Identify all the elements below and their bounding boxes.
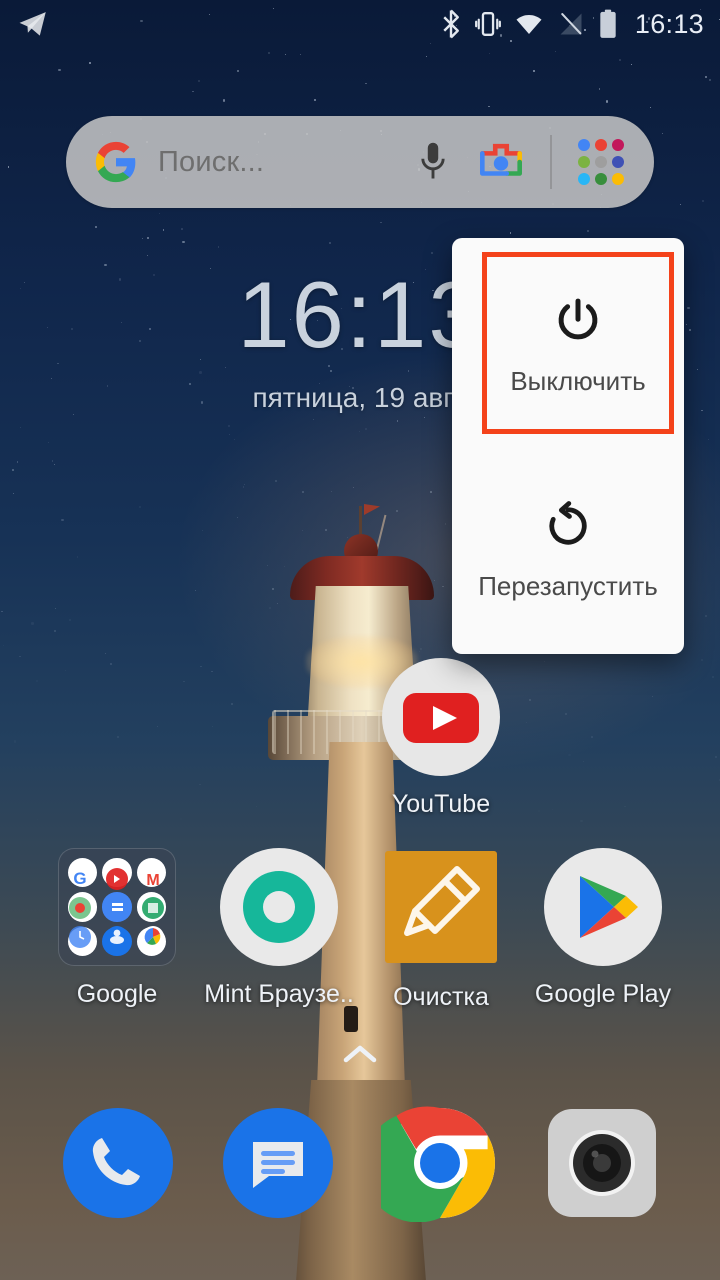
restart-label: Перезапустить	[478, 570, 658, 601]
android-home-screen: 16:13 Поиск... 16:13 пятница, 19 авгу Yo…	[0, 0, 720, 1280]
power-menu-dialog: Выключить Перезапустить	[452, 238, 684, 654]
power-off-label: Выключить	[510, 365, 646, 396]
restart-icon	[543, 495, 593, 557]
power-icon	[552, 290, 604, 352]
power-off-button[interactable]: Выключить	[482, 252, 674, 434]
restart-button[interactable]: Перезапустить	[452, 442, 684, 654]
